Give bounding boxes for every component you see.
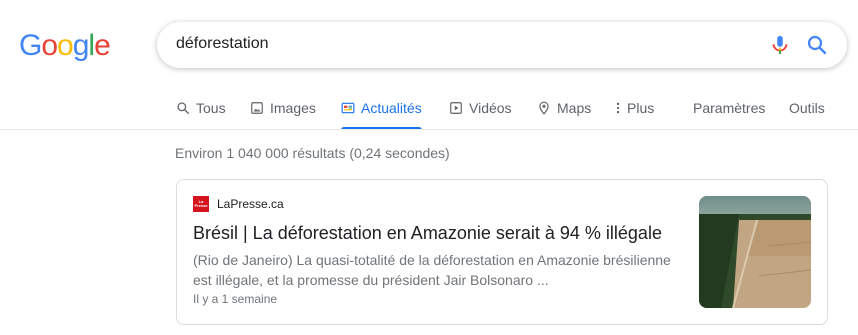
tab-images[interactable]: Images [250,96,316,130]
logo-letter-o2: o [57,29,74,62]
tab-label: Tous [196,100,226,116]
lapresse-favicon: La Presse [193,196,209,212]
image-icon [251,102,263,114]
tabs-divider [0,129,858,130]
map-pin-icon [539,101,549,115]
deforestation-aerial-image [699,196,811,308]
logo-letter-e: e [94,29,111,62]
tab-maps[interactable]: Maps [537,96,591,130]
tab-actualites[interactable]: Actualités [341,96,422,130]
news-source: La Presse LaPresse.ca [193,196,284,212]
microphone-icon[interactable] [769,34,791,56]
news-age: Il y a 1 semaine [193,292,278,306]
news-snippet: (Rio de Janeiro) La quasi-totalité de la… [193,252,671,288]
search-input[interactable] [176,35,736,53]
logo-letter-o1: o [41,29,58,62]
tab-label: Maps [557,100,592,116]
google-logo[interactable]: G o o g l e [19,29,111,63]
logo-letter-g2: g [72,29,90,62]
tab-label: Plus [627,100,655,116]
tab-plus[interactable]: Plus [615,96,654,130]
logo-letter-g: G [19,29,42,62]
news-result-card[interactable]: La Presse LaPresse.ca Brésil | La défore… [176,179,828,325]
news-headline[interactable]: Brésil | La déforestation en Amazonie se… [193,221,683,245]
more-vertical-icon [616,102,620,114]
tools-link[interactable]: Outils [789,96,825,130]
source-name: LaPresse.ca [217,197,284,211]
settings-link[interactable]: Paramètres [693,96,765,130]
tab-label: Images [270,100,316,116]
favicon-text: La Presse [194,199,208,208]
search-tabs: Tous Images Actualités Vidéos Maps Plus … [0,96,858,130]
tab-tous[interactable]: Tous [176,96,226,130]
news-thumbnail[interactable] [699,196,811,308]
tab-videos[interactable]: Vidéos [449,96,512,130]
headline-link[interactable]: Brésil | La déforestation en Amazonie se… [193,223,662,243]
search-box [157,22,847,68]
tab-label: Actualités [361,100,422,116]
result-stats: Environ 1 040 000 résultats (0,24 second… [175,145,450,161]
search-icon [177,102,189,114]
video-icon [450,102,462,114]
tab-label: Vidéos [469,100,512,116]
search-icon[interactable] [805,33,829,57]
news-icon [341,102,355,114]
